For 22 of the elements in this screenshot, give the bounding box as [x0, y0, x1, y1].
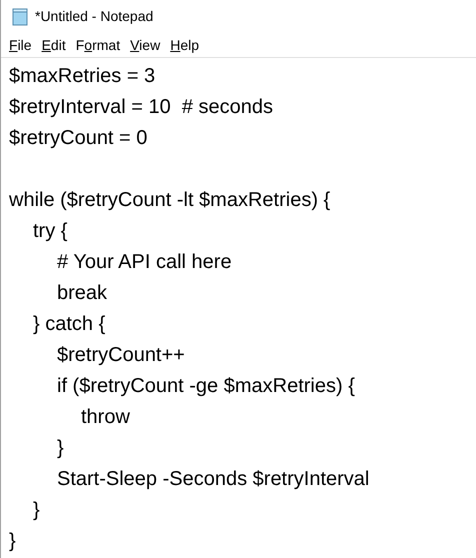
code-line: try { [33, 218, 68, 244]
code-line: if ($retryCount -ge $maxRetries) { [57, 374, 355, 398]
code-line: $retryCount = 0 [9, 126, 148, 150]
code-line: $maxRetries = 3 [9, 64, 156, 88]
code-line: throw [81, 404, 130, 430]
code-line: while ($retryCount -lt $maxRetries) { [9, 188, 330, 212]
code-line: } [57, 436, 64, 460]
code-line: break [57, 280, 108, 306]
code-line: $retryCount++ [57, 342, 185, 368]
menu-item[interactable]: Format [70, 34, 126, 56]
notepad-icon [11, 8, 29, 26]
menu-item[interactable]: Help [165, 34, 204, 56]
menu-item[interactable]: Edit [36, 34, 71, 56]
menu-item[interactable]: File [4, 34, 37, 56]
code-line: } catch { [33, 312, 106, 336]
window-title: *Untitled - Notepad [35, 7, 154, 26]
code-line: # Your API call here [57, 250, 232, 274]
code-line: Start-Sleep -Seconds $retryInterval [57, 466, 370, 492]
code-line: $retryInterval = 10 # seconds [9, 94, 274, 120]
code-line: } [33, 498, 40, 522]
menu-item[interactable]: View [125, 34, 166, 56]
code-line: } [9, 528, 16, 554]
